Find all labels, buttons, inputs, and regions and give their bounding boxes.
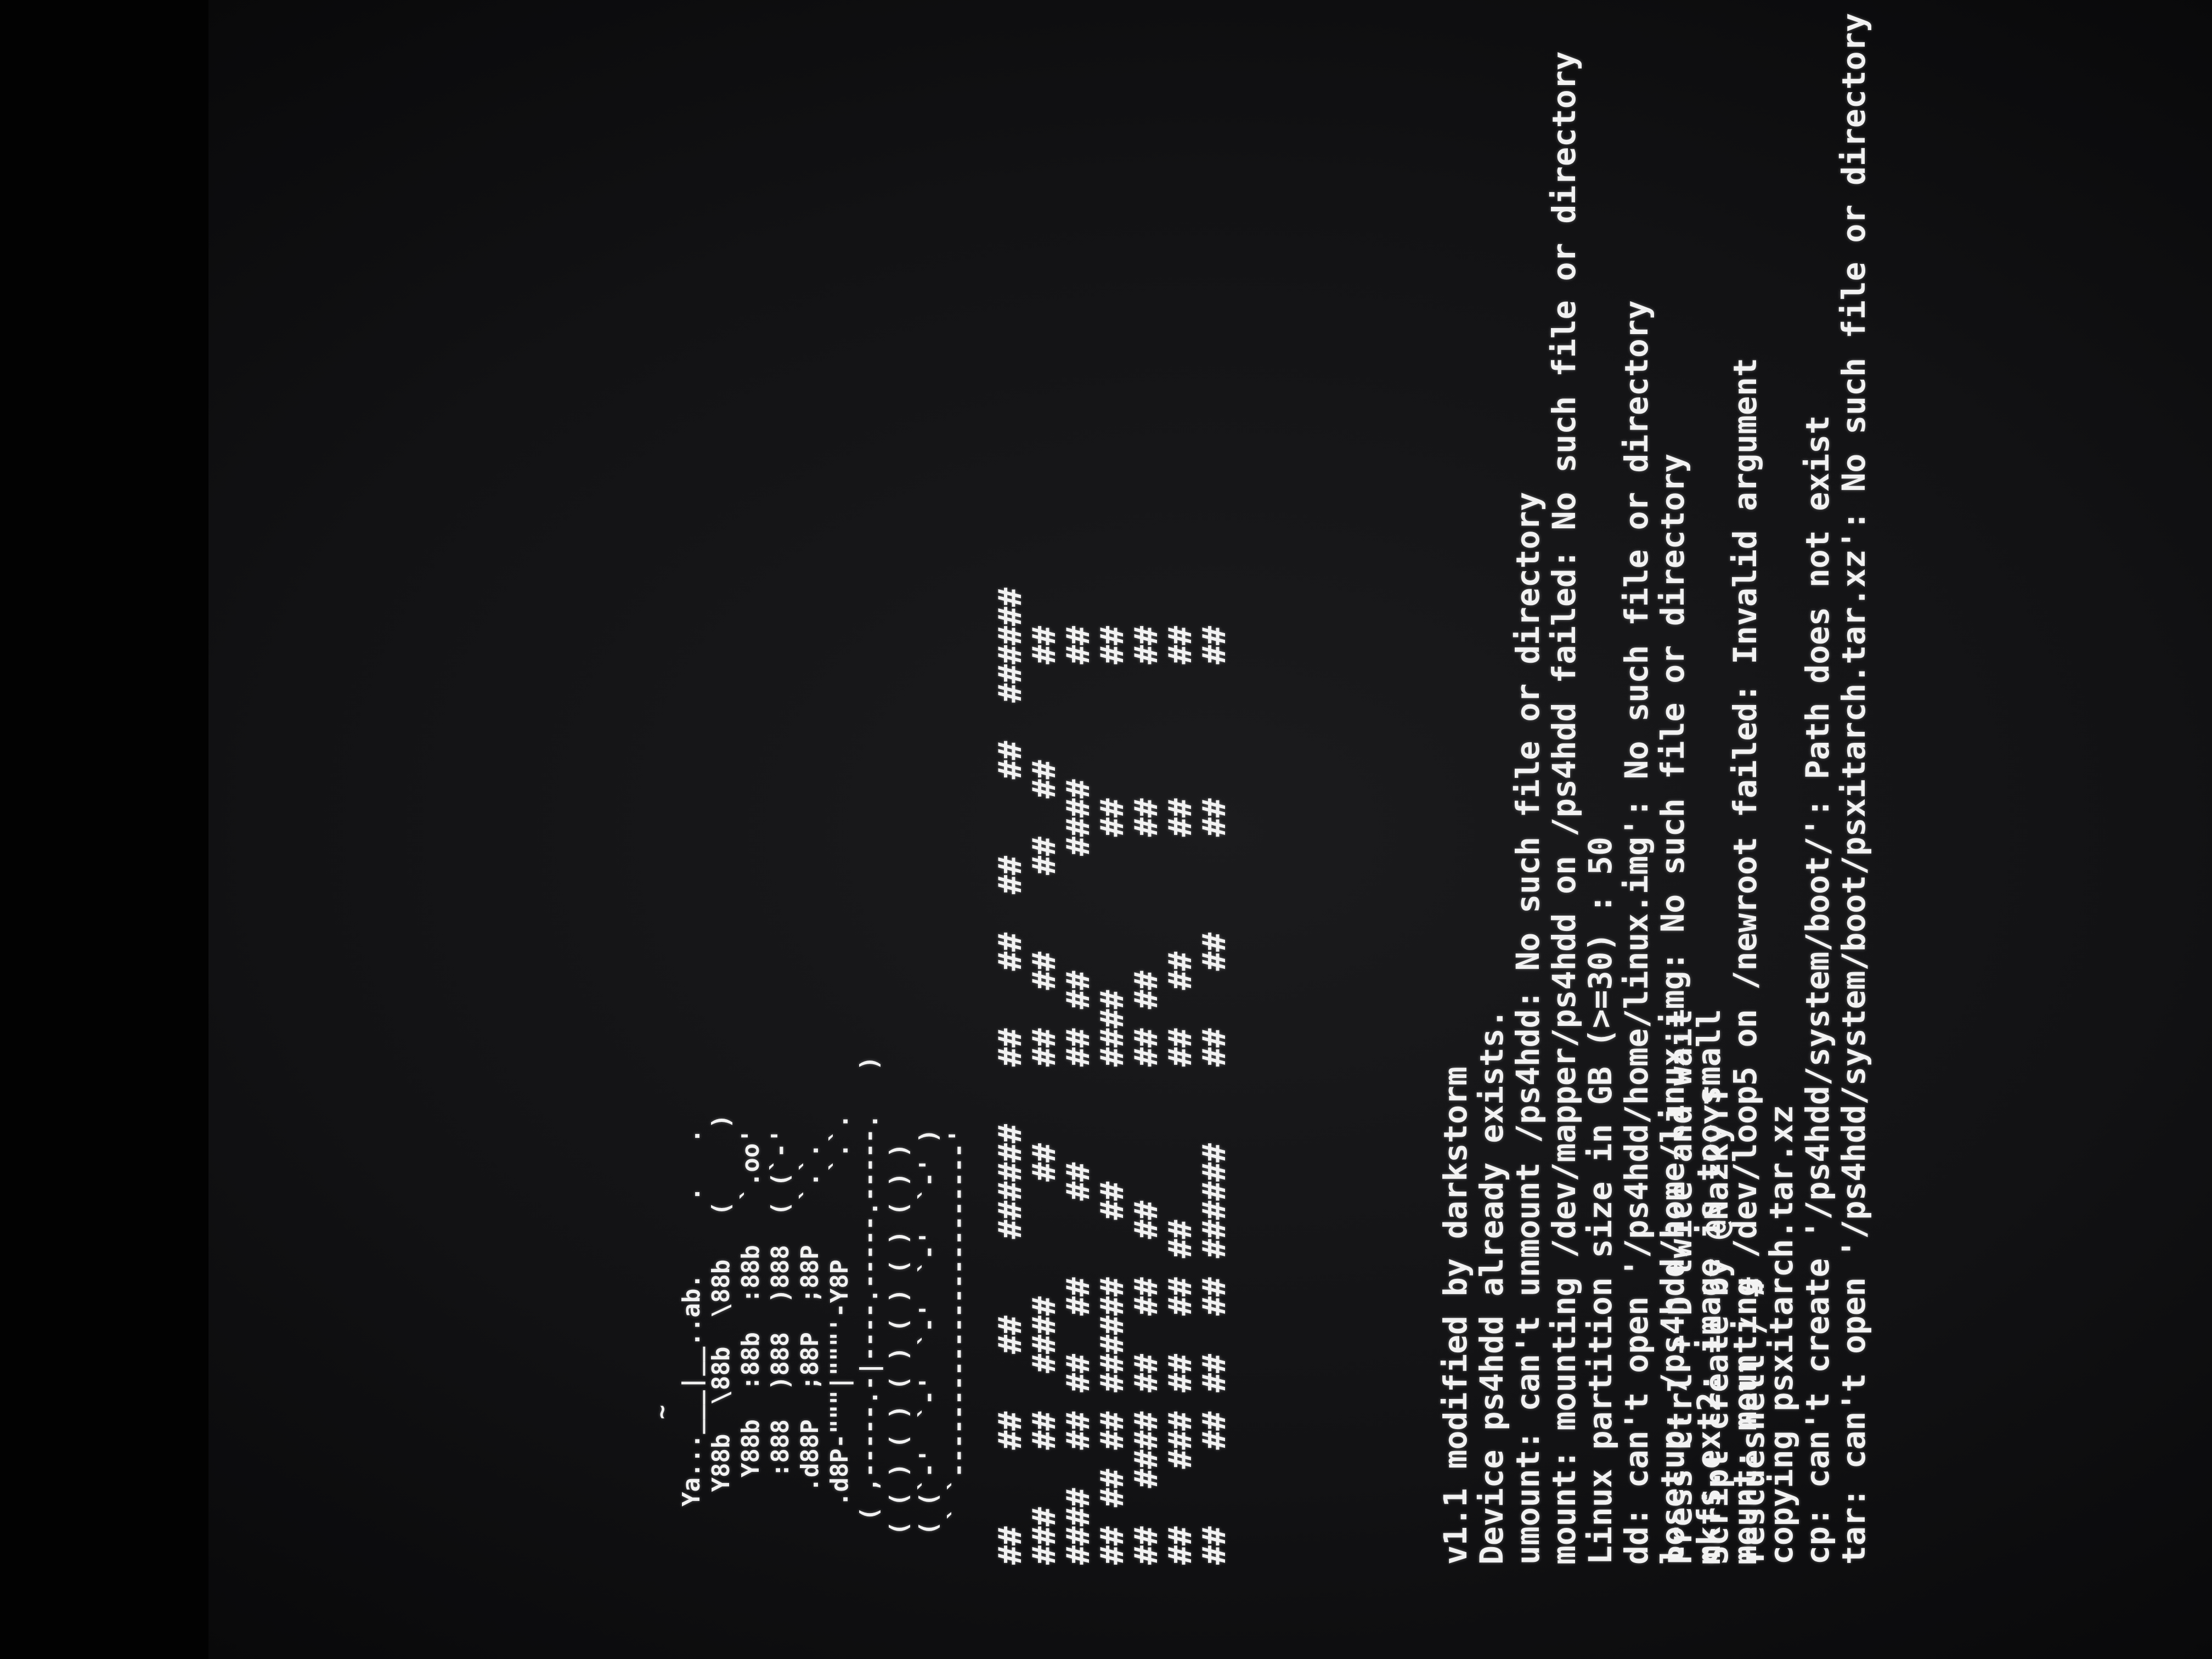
ascii-banner: ## ## ## ###### ## ## ## ## ###### ### #… (991, 588, 1233, 1565)
rotated-terminal-console: ~ Ya...___|__..ab. . . Y88b \88b \88b ( … (647, 13, 1872, 1587)
camera-photo-of-monitor: ~ Ya...___|__..ab. . . Y88b \88b \88b ( … (0, 0, 2212, 1659)
terminal-log: v1.1 modified by darkstorm Device ps4hdd… (1437, 13, 1872, 1565)
terminal-prompt-area[interactable]: Press Ctrl + D twice and wait Script cre… (1662, 1009, 1771, 1565)
monitor-bezel (0, 0, 208, 1659)
ascii-art-logo: ~ Ya...___|__..ab. . . Y88b \88b \88b ( … (648, 1056, 972, 1536)
